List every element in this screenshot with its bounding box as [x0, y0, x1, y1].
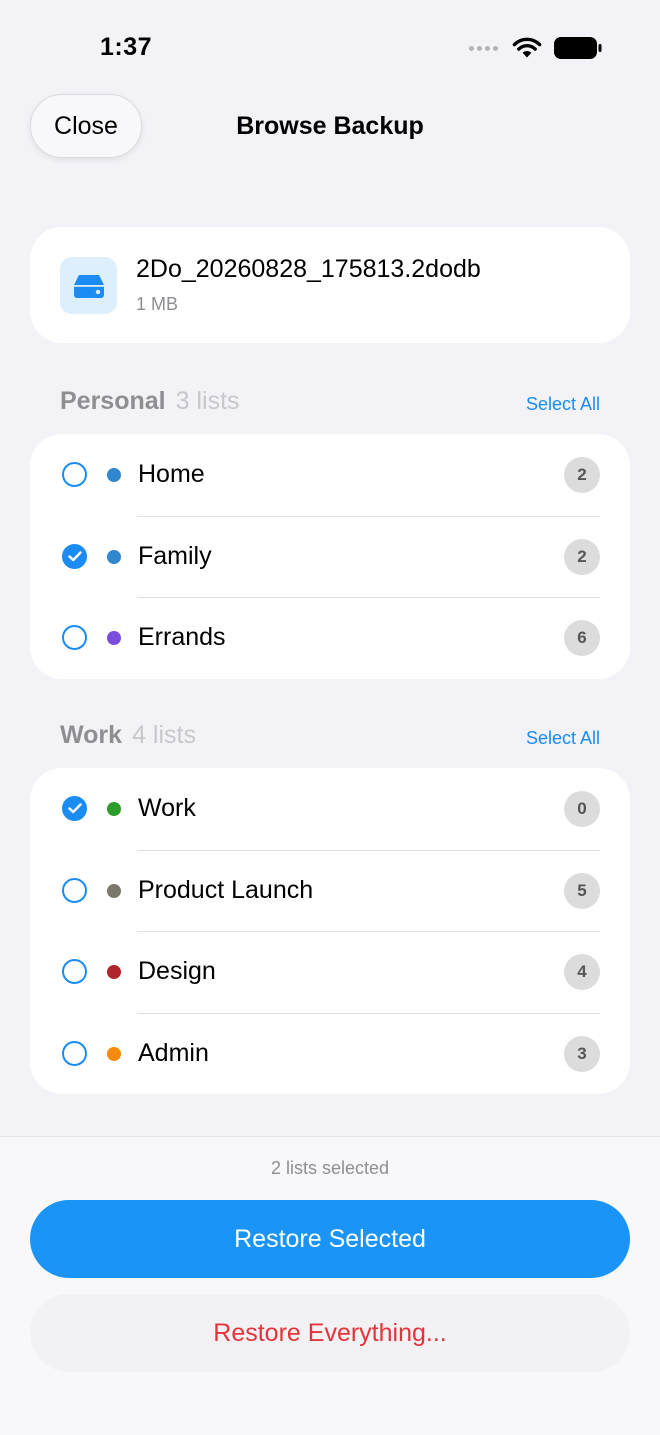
list-name: Home: [138, 460, 205, 488]
radio-button[interactable]: [62, 877, 87, 903]
selection-summary: 2 lists selected: [270, 1158, 390, 1178]
section-header-work: Work 4 lists Select All: [30, 715, 630, 755]
list-row-admin[interactable]: Admin 3: [30, 1012, 630, 1095]
cellular-signal-icon: [469, 45, 498, 51]
radio-button[interactable]: [62, 959, 87, 984]
section-title: Personal 3 lists: [60, 387, 240, 415]
radio-button[interactable]: [62, 625, 87, 650]
list-name: Errands: [138, 623, 226, 651]
list-row-errands[interactable]: Errands 6: [30, 597, 630, 679]
backup-file-card: 2Do_20260828_175813.2dodb 1 MB: [30, 227, 630, 343]
list-name: Product Launch: [138, 875, 314, 904]
list-name: Admin: [138, 1038, 209, 1067]
list-group-personal: Home 2 Family 2 Errands 6: [30, 434, 630, 679]
task-count-badge: 5: [564, 872, 600, 909]
status-icons: [469, 34, 602, 62]
task-count-badge: 4: [564, 954, 600, 990]
restore-selected-button[interactable]: Restore Selected: [30, 1200, 630, 1278]
list-name: Work: [138, 794, 196, 822]
radio-button[interactable]: [62, 1040, 87, 1066]
navigation-bar: Close Browse Backup: [0, 90, 660, 162]
select-all-work-button[interactable]: Select All: [526, 728, 600, 749]
task-count-badge: 3: [564, 1035, 600, 1072]
section-list-count: 4 lists: [132, 721, 196, 749]
page-title: Browse Backup: [236, 112, 424, 140]
backup-file-name: 2Do_20260828_175813.2dodb: [136, 255, 481, 283]
drive-icon: [60, 257, 117, 314]
status-time: 1:37: [100, 33, 153, 61]
restore-everything-button[interactable]: Restore Everything...: [30, 1294, 630, 1372]
backup-file-size: 1 MB: [136, 294, 179, 314]
wifi-icon: [512, 37, 542, 58]
status-bar: 1:37: [0, 0, 660, 90]
task-count-badge: 0: [564, 791, 600, 827]
list-row-family[interactable]: Family 2: [30, 515, 630, 598]
section-header-personal: Personal 3 lists Select All: [30, 381, 630, 421]
list-row-product-launch[interactable]: Product Launch 5: [30, 849, 630, 932]
list-color-dot: [107, 802, 121, 816]
list-name: Family: [138, 541, 212, 570]
list-color-dot: [107, 468, 121, 482]
list-name: Design: [138, 957, 216, 985]
battery-icon: [554, 37, 602, 59]
list-color-dot: [107, 883, 121, 898]
list-color-dot: [107, 965, 121, 979]
radio-button[interactable]: [62, 796, 87, 821]
list-row-work[interactable]: Work 0: [30, 768, 630, 850]
list-row-design[interactable]: Design 4: [30, 931, 630, 1013]
list-group-work: Work 0 Product Launch 5 Design 4 Admin 3: [30, 768, 630, 1094]
section-list-count: 3 lists: [175, 387, 240, 415]
task-count-badge: 2: [564, 457, 600, 493]
radio-button[interactable]: [62, 543, 87, 569]
radio-button[interactable]: [62, 462, 87, 487]
list-color-dot: [107, 631, 121, 645]
list-color-dot: [107, 549, 121, 564]
section-title: Work 4 lists: [60, 721, 196, 749]
list-color-dot: [107, 1046, 121, 1061]
bottom-action-panel: 2 lists selected Restore Selected Restor…: [0, 1136, 660, 1435]
select-all-personal-button[interactable]: Select All: [526, 394, 600, 415]
task-count-badge: 2: [564, 538, 600, 575]
list-row-home[interactable]: Home 2: [30, 434, 630, 516]
task-count-badge: 6: [564, 620, 600, 656]
